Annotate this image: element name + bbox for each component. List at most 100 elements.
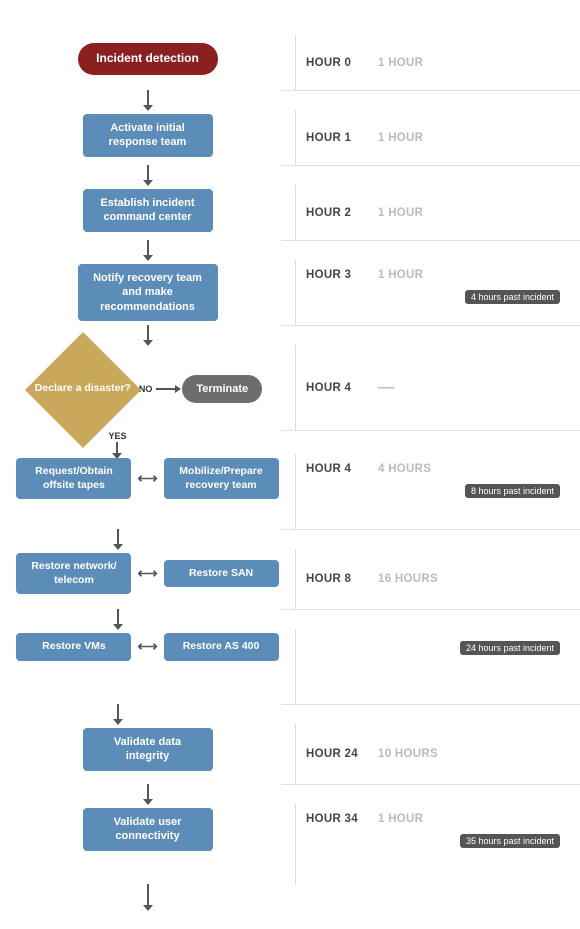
divider-8 [295,704,580,705]
yes-label: YES [105,430,129,442]
left-validate-user: Validate user connectivity [0,804,295,851]
arrow-9 [0,784,295,800]
divider-line-8 [281,704,580,705]
dual-nodes-2: Restore network/ telecom ⟷ Restore SAN [0,553,295,594]
incident-detection-node: Incident detection [78,43,218,75]
left-activate: Activate initial response team [0,110,295,157]
mobilize-team-node: Mobilize/Prepare recovery team [164,458,279,499]
declare-disaster-diamond: Declare a disaster? [33,349,133,429]
right-hour8-16h: HOUR 8 16 HOURS [295,549,580,609]
dual-nodes-3: Restore VMs ⟷ Restore AS 400 [0,633,295,661]
h-connector-3: ⟷ [137,638,157,655]
divider-9 [295,784,580,785]
divider-line-2 [281,165,580,166]
right-hour0: HOUR 0 1 HOUR [295,35,580,90]
row-establish-command: Establish incident command center HOUR 2… [0,185,580,240]
arrow-row-9 [0,784,580,804]
arrow-row-1 [0,90,580,110]
establish-command-node: Establish incident command center [83,189,213,232]
divider-line-6 [281,529,580,530]
hour1-duration: 1 HOUR [378,132,423,144]
divider-line-5 [281,430,580,431]
left-incident: Incident detection [0,35,295,75]
milestone-8hours: 8 hours past incident [465,484,560,498]
row-dual-3: Restore VMs ⟷ Restore AS 400 24 hours pa… [0,629,580,704]
row-dual-1: Request/Obtain offsite tapes ⟷ Mobilize/… [0,454,580,529]
arrow-8 [0,704,295,720]
row-incident-detection: Incident detection HOUR 0 1 HOUR [0,20,580,90]
milestone-24hours: 24 hours past incident [460,641,560,655]
divider-line-4 [281,325,580,326]
down-arrow-3 [147,240,149,256]
left-validate-data: Validate data integrity [0,724,295,771]
h-connector-2: ⟷ [137,565,157,582]
down-arrow-9 [147,784,149,800]
row-notify-team: Notify recovery team and make recommenda… [0,260,580,325]
hour0-label: HOUR 0 [306,57,378,69]
terminate-node: Terminate [182,375,262,403]
divider-2 [295,165,580,166]
hour4-dash-duration: — [378,379,394,397]
row-validate-data: Validate data integrity HOUR 24 10 HOURS [0,724,580,784]
milestone-4hours: 4 hours past incident [465,290,560,304]
divider-5 [295,430,580,431]
hour3-label: HOUR 3 [306,269,378,281]
activate-team-node: Activate initial response team [83,114,213,157]
arrow-1 [0,90,295,106]
arrow-2 [0,165,295,181]
milestone-35hours: 35 hours past incident [460,834,560,848]
arrow-row-3 [0,240,580,260]
row-dual-2: Restore network/ telecom ⟷ Restore SAN H… [0,549,580,609]
divider-4 [295,325,580,326]
hour24-label: HOUR 24 [306,748,378,760]
validate-data-node: Validate data integrity [83,728,213,771]
hour8-duration: 16 HOURS [378,573,438,585]
yes-arrow: YES [0,430,295,454]
down-arrow-4 [147,325,149,341]
right-hour34: HOUR 34 1 HOUR 35 hours past incident [295,804,580,884]
right-hour1: HOUR 1 1 HOUR [295,110,580,165]
divider-3 [295,240,580,241]
hour24-duration: 10 HOURS [378,748,438,760]
hour3-duration: 1 HOUR [378,269,423,281]
down-arrow-1 [147,90,149,106]
arrow-4 [0,325,295,341]
arrow-6 [0,529,295,545]
arrow-row-8 [0,704,580,724]
left-dual-2: Restore network/ telecom ⟷ Restore SAN [0,549,295,594]
right-hour3: HOUR 3 1 HOUR 4 hours past incident [295,260,580,325]
hour4-dash-label: HOUR 4 [306,382,378,394]
arrow-3 [0,240,295,256]
divider-line-1 [281,90,580,91]
notify-recovery-node: Notify recovery team and make recommenda… [78,264,218,321]
dual-nodes-1: Request/Obtain offsite tapes ⟷ Mobilize/… [0,458,295,499]
down-arrow-7 [117,609,119,625]
arrow-row-7 [0,609,580,629]
request-tapes-node: Request/Obtain offsite tapes [16,458,131,499]
row-activate-team: Activate initial response team HOUR 1 1 … [0,110,580,165]
down-arrow-8 [117,704,119,720]
divider-line-9 [281,784,580,785]
final-arrow [0,884,295,906]
left-dual-3: Restore VMs ⟷ Restore AS 400 [0,629,295,661]
divider-1 [295,90,580,91]
row-validate-user: Validate user connectivity HOUR 34 1 HOU… [0,804,580,884]
hour2-label: HOUR 2 [306,207,378,219]
divider-7 [295,609,580,610]
final-down-arrow [147,884,149,906]
arrow-7 [0,609,295,625]
h-connector-1: ⟷ [137,470,157,487]
divider-line-7 [281,609,580,610]
left-notify: Notify recovery team and make recommenda… [0,260,295,321]
divider-line-3 [281,240,580,241]
hour0-duration: 1 HOUR [378,57,423,69]
right-hour2: HOUR 2 1 HOUR [295,185,580,240]
validate-user-node: Validate user connectivity [83,808,213,851]
down-arrow-2 [147,165,149,181]
right-hour4-dash: HOUR 4 — [295,345,580,430]
row-declare-disaster: Declare a disaster? NO Terminate HOUR 4 … [0,345,580,430]
hour8-label: HOUR 8 [306,573,378,585]
hour4-4h-label: HOUR 4 [306,463,378,475]
arrow-row-2 [0,165,580,185]
restore-as400-node: Restore AS 400 [164,633,279,661]
